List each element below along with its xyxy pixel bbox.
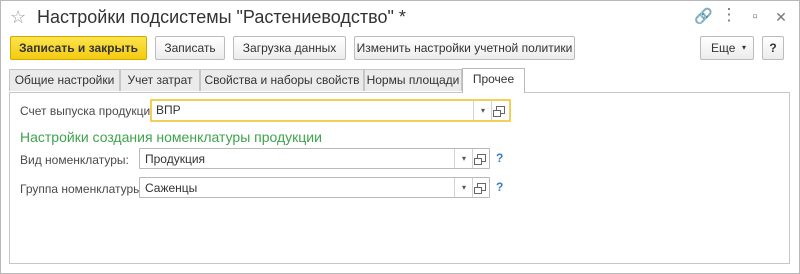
save-and-close-button[interactable]: Записать и закрыть — [10, 36, 147, 60]
close-icon[interactable]: ✕ — [772, 8, 790, 26]
link-icon[interactable]: 🔗 — [694, 8, 713, 26]
more-actions-icon[interactable]: ⋮ — [720, 6, 738, 24]
item-type-field[interactable]: Продукция ▾ — [139, 148, 490, 169]
tab-other[interactable]: Прочее — [462, 68, 525, 93]
section-title: Настройки создания номенклатуры продукци… — [20, 129, 322, 145]
window-title: Настройки подсистемы "Растениеводство" * — [37, 7, 406, 27]
more-menu-label: Еще — [711, 41, 736, 55]
change-accounting-policy-button[interactable]: Изменить настройки учетной политики — [354, 36, 575, 60]
output-account-label: Счет выпуска продукции: — [20, 104, 161, 118]
minimize-icon[interactable]: ▫ — [746, 8, 764, 26]
chevron-down-icon[interactable]: ▾ — [473, 101, 492, 120]
item-group-label: Группа номенклатуры: — [20, 182, 146, 196]
item-type-label: Вид номенклатуры: — [20, 153, 129, 167]
item-group-value: Саженцы — [145, 181, 198, 195]
load-data-button[interactable]: Загрузка данных — [233, 36, 346, 60]
chevron-down-icon[interactable]: ▾ — [454, 178, 473, 197]
item-group-field[interactable]: Саженцы ▾ — [139, 177, 490, 198]
tab-properties[interactable]: Свойства и наборы свойств — [200, 69, 364, 91]
settings-window: ☆ Настройки подсистемы "Растениеводство"… — [0, 0, 800, 274]
output-account-value: ВПР — [156, 103, 181, 117]
open-form-icon[interactable] — [472, 149, 490, 168]
help-button[interactable]: ? — [762, 36, 784, 60]
item-type-value: Продукция — [145, 152, 206, 166]
item-group-help-icon[interactable]: ? — [496, 180, 503, 194]
item-type-help-icon[interactable]: ? — [496, 151, 503, 165]
title-bar: ☆ Настройки подсистемы "Растениеводство"… — [1, 1, 799, 35]
open-form-icon[interactable] — [491, 101, 509, 120]
open-form-icon[interactable] — [472, 178, 490, 197]
chevron-down-icon: ▾ — [741, 43, 746, 52]
tab-general-settings[interactable]: Общие настройки — [9, 69, 120, 91]
more-menu-button[interactable]: Еще ▾ — [700, 36, 754, 60]
favorite-star-icon[interactable]: ☆ — [10, 7, 26, 28]
output-account-field[interactable]: ВПР ▾ — [150, 99, 511, 122]
command-bar: Записать и закрыть Записать Загрузка дан… — [1, 36, 799, 64]
tab-area-norms[interactable]: Нормы площади — [364, 69, 462, 91]
chevron-down-icon[interactable]: ▾ — [454, 149, 473, 168]
tab-strip: Общие настройки Учет затрат Свойства и н… — [9, 68, 791, 93]
tab-cost-accounting[interactable]: Учет затрат — [120, 69, 200, 91]
save-button[interactable]: Записать — [155, 36, 225, 60]
